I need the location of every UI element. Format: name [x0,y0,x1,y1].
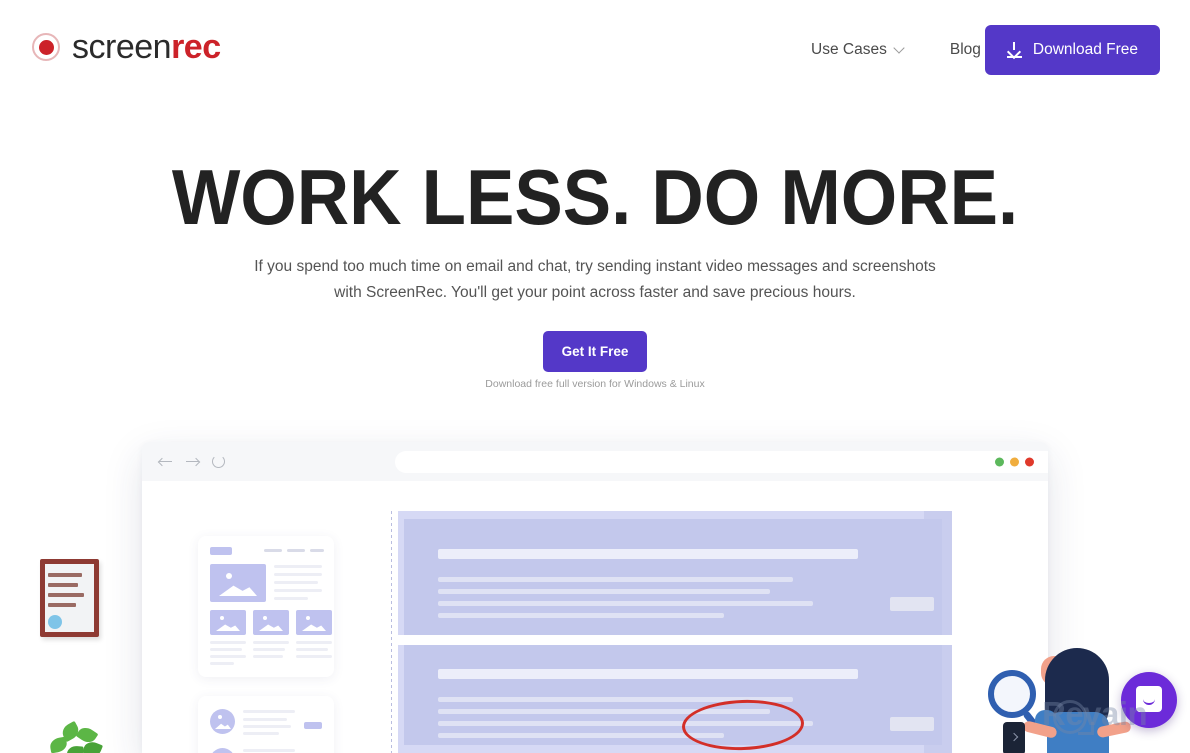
reload-icon[interactable] [212,455,225,468]
download-icon [1006,42,1022,58]
get-it-free-button[interactable]: Get It Free [543,331,647,372]
window-dot-green[interactable] [995,457,1004,466]
nav-item-blog[interactable]: Blog [950,41,981,59]
cta-note: Download free full version for Windows &… [485,378,705,390]
phone-icon [1003,722,1025,753]
image-placeholder [296,610,332,635]
wireframe-card-list [198,696,334,753]
browser-content [142,481,1048,753]
watermark-text: Revain [1042,695,1148,732]
chevron-down-icon [895,43,906,54]
url-input[interactable]: ★ [395,451,1048,473]
image-placeholder [253,610,289,635]
plant-icon [40,720,110,753]
certificate-icon [40,559,99,637]
panel-guide-line [391,511,392,753]
window-dot-yellow[interactable] [1010,457,1019,466]
record-circle-icon [32,33,60,61]
nav-item-use-cases-label: Use Cases [811,41,887,58]
brand-logo[interactable]: screenrec [32,30,221,64]
browser-toolbar: ★ [142,442,1048,481]
wireframe-card-article [198,536,334,677]
download-free-button[interactable]: Download Free [984,25,1160,75]
avatar [210,709,235,734]
brand-name-part1: screen [72,28,172,66]
arrow-left-icon[interactable] [157,455,173,469]
nav-item-use-cases[interactable]: Use Cases [811,41,906,59]
main-navigation: Use Cases Blog Download Free [811,0,1190,100]
arrow-right-icon[interactable] [185,455,201,469]
page-title: WORK LESS. DO MORE. [171,153,1019,241]
site-header: screenrec Use Cases Blog Download Free [0,0,1190,100]
window-controls [995,457,1034,466]
landing-page: screenrec Use Cases Blog Download Free W… [0,0,1190,753]
window-dot-red[interactable] [1025,457,1034,466]
download-free-button-label: Download Free [1032,41,1138,58]
avatar [210,748,235,753]
nav-item-blog-label: Blog [949,41,981,58]
image-placeholder [210,610,246,635]
hero-subtext: If you spend too much time on email and … [254,258,936,301]
brand-name-part2: rec [171,28,221,66]
document-panel-divider [398,635,952,645]
brand-name: screenrec [72,30,221,64]
image-placeholder [210,564,266,602]
browser-mockup: ★ [142,442,1048,753]
